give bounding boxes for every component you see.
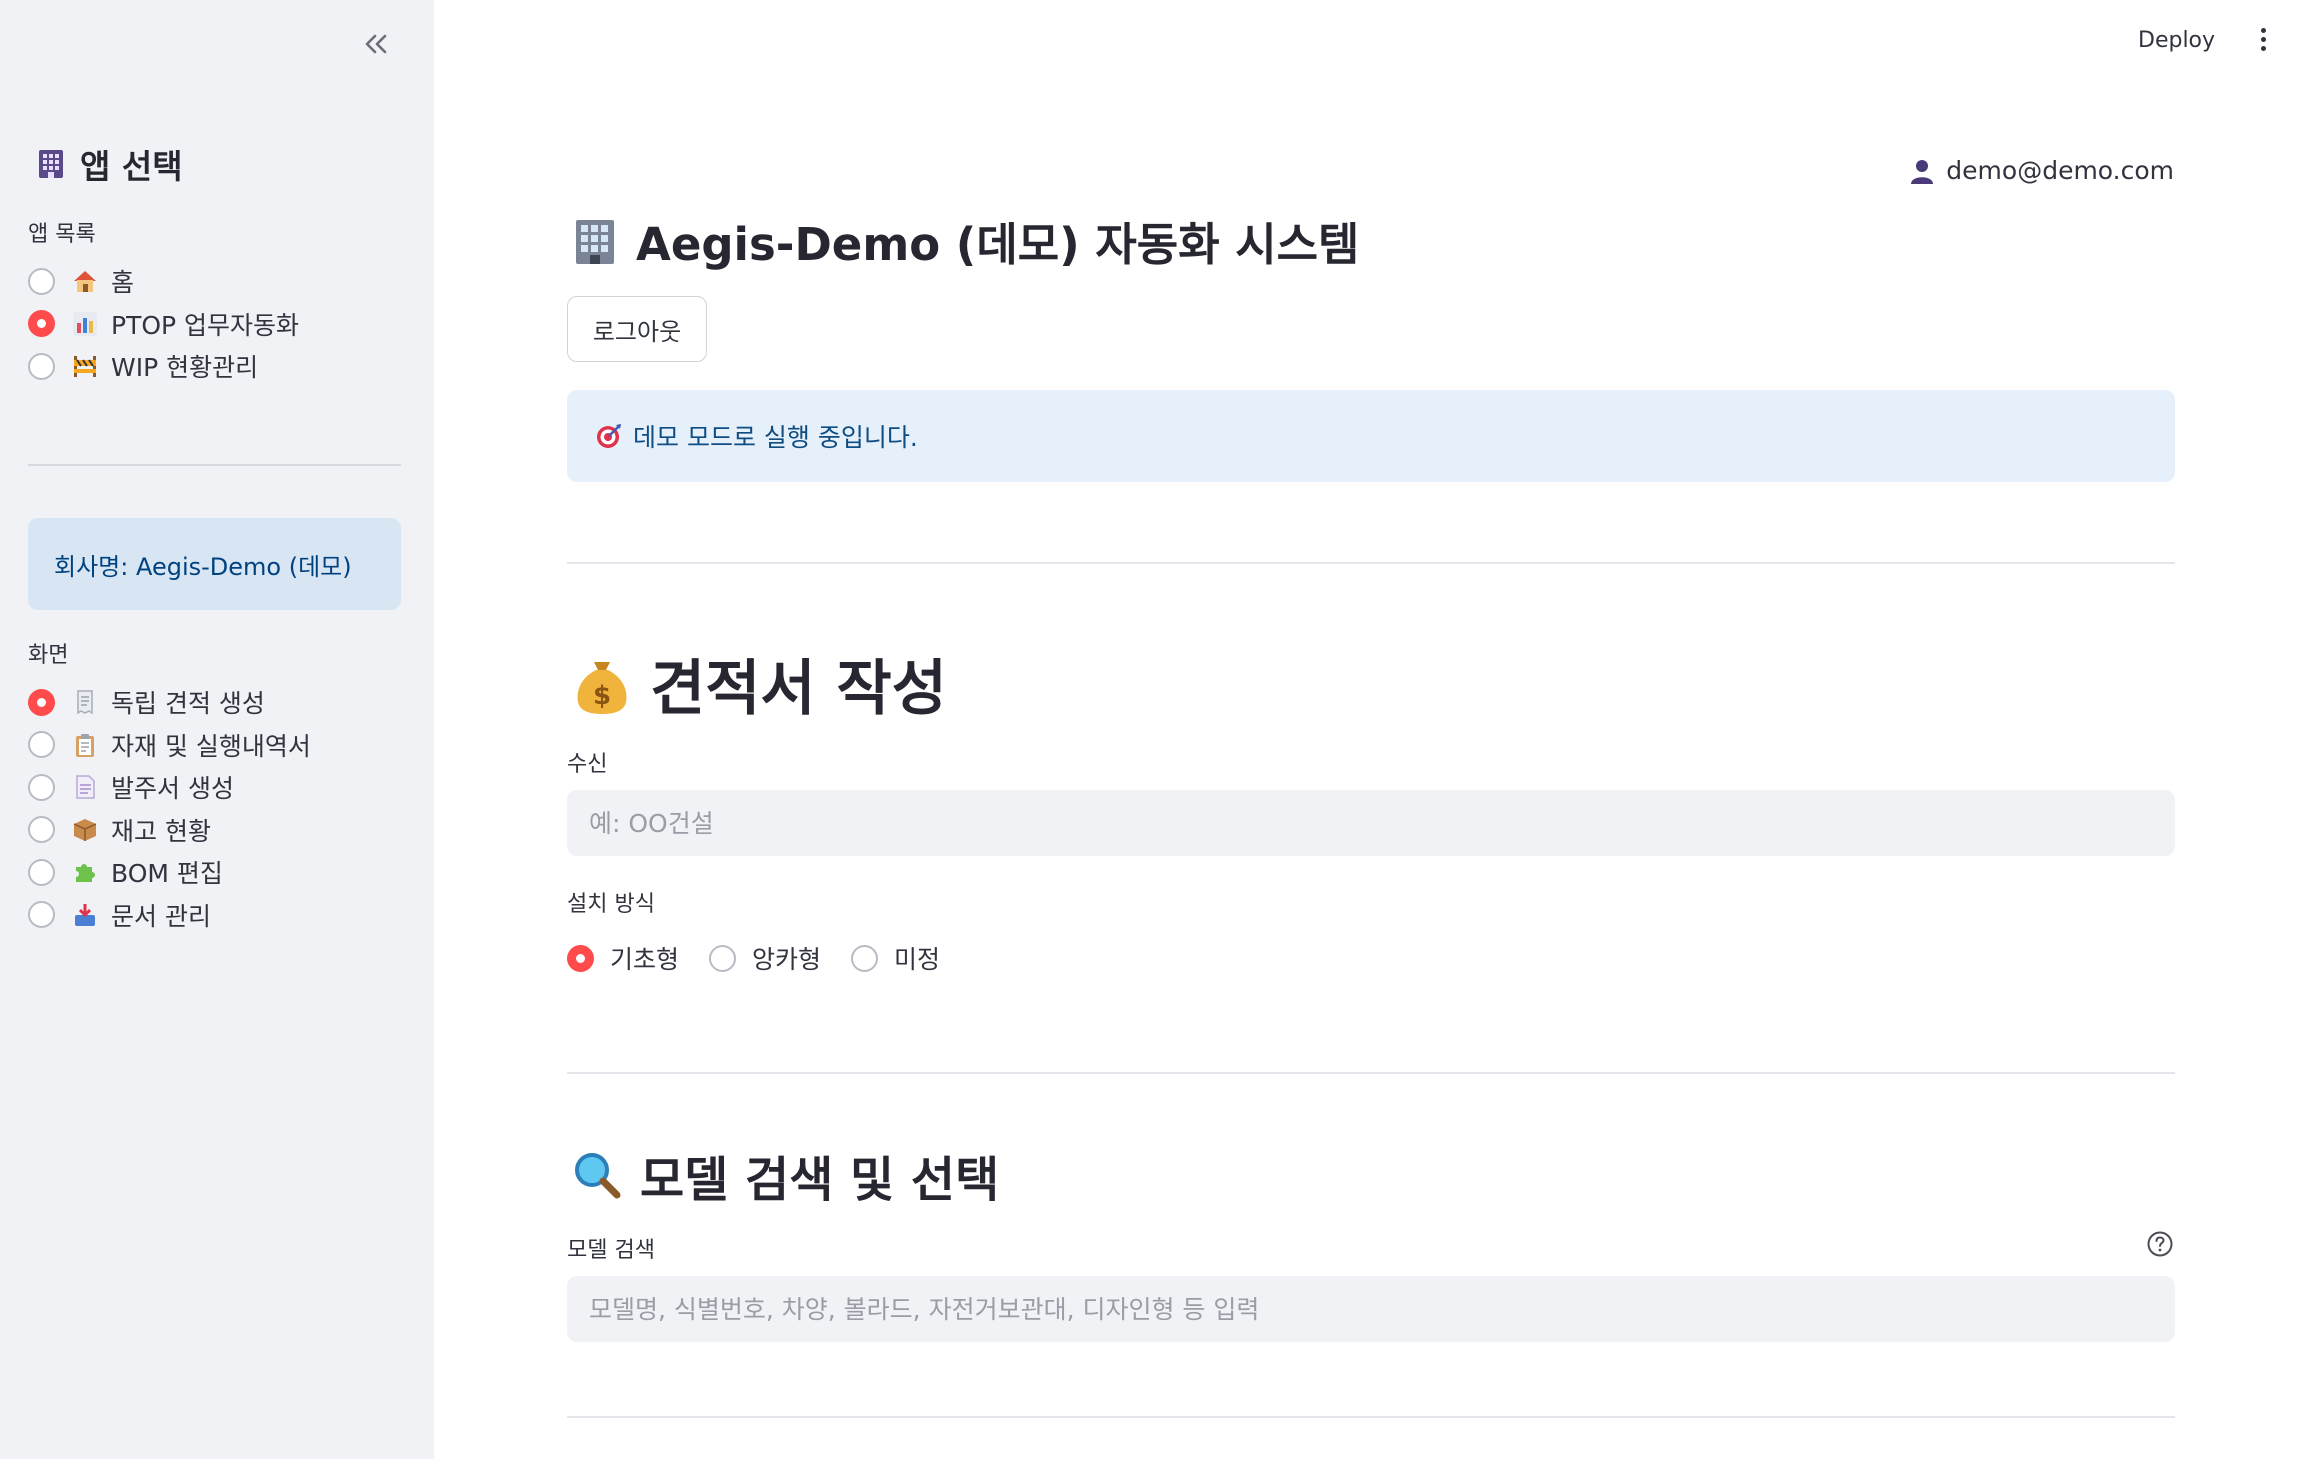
sidebar-title: 앱 선택 [36, 140, 183, 188]
radio-button[interactable] [28, 858, 55, 886]
install-option-undecided[interactable]: 미정 [851, 938, 940, 978]
document-icon [71, 773, 99, 801]
section-divider [567, 1072, 2175, 1074]
bar-chart-icon [71, 310, 99, 338]
screen-option-quote[interactable]: 독립 견적 생성 [28, 681, 311, 724]
info-alert: 데모 모드로 실행 중입니다. [567, 390, 2175, 482]
app-option-label: 홈 [111, 268, 135, 298]
construction-icon [71, 352, 99, 380]
clipboard-icon [71, 731, 99, 759]
radio-button-checked[interactable] [28, 310, 55, 338]
company-name: 회사명: Aegis-Demo (데모) [54, 552, 352, 581]
more-options-icon[interactable] [2256, 28, 2270, 58]
collapse-sidebar-button[interactable] [356, 24, 396, 64]
sidebar-divider [28, 464, 401, 466]
company-info-box: 회사명: Aegis-Demo (데모) [28, 518, 401, 610]
package-icon [71, 816, 99, 844]
screen-option-label: 발주서 생성 [111, 774, 234, 804]
install-option-label: 미정 [894, 945, 941, 974]
screen-option-label: 자재 및 실행내역서 [111, 731, 311, 761]
page-title-text: Aegis-Demo (데모) 자동화 시스템 [636, 218, 1360, 271]
screen-option-label: 문서 관리 [111, 901, 211, 931]
user-email: demo@demo.com [1946, 156, 2174, 185]
model-search-input[interactable] [567, 1276, 2175, 1342]
radio-button[interactable] [28, 901, 55, 929]
help-icon[interactable] [2146, 1230, 2174, 1258]
magnifying-glass-icon [575, 1153, 621, 1199]
app-radio-group: 홈 PTOP 업무자동화 WIP 현황관리 [28, 260, 299, 388]
page-title: Aegis-Demo (데모) 자동화 시스템 [570, 208, 1359, 273]
radio-button[interactable] [28, 352, 55, 380]
logout-button[interactable]: 로그아웃 [567, 296, 707, 362]
house-icon [71, 267, 99, 295]
screen-label: 화면 [28, 643, 69, 668]
section-divider [567, 1416, 2175, 1418]
install-method-label: 설치 방식 [567, 892, 655, 917]
office-building-icon [576, 219, 614, 264]
svg-text:$: $ [593, 681, 611, 711]
app-option-label: WIP 현황관리 [111, 353, 259, 383]
screen-option-label: BOM 편집 [111, 859, 223, 889]
double-chevron-left-icon [365, 34, 387, 54]
radio-button[interactable] [28, 773, 55, 801]
app-root: 앱 선택 앱 목록 홈 PTOP 업무자동화 WIP 현황관리 회사명: Aeg… [0, 0, 2303, 1459]
screen-option-bom[interactable]: BOM 편집 [28, 851, 311, 894]
sidebar: 앱 선택 앱 목록 홈 PTOP 업무자동화 WIP 현황관리 회사명: Aeg… [0, 0, 434, 1459]
screen-option-materials[interactable]: 자재 및 실행내역서 [28, 724, 311, 767]
radio-button-checked[interactable] [28, 688, 55, 716]
install-option-label: 기초형 [610, 945, 680, 974]
section-divider [567, 562, 2175, 564]
inbox-tray-icon [71, 901, 99, 929]
app-list-label: 앱 목록 [28, 222, 96, 247]
quote-section-title: $ 견적서 작성 [572, 640, 947, 727]
recipient-label: 수신 [567, 752, 608, 777]
radio-button[interactable] [28, 267, 55, 295]
app-option-home[interactable]: 홈 [28, 260, 299, 303]
radio-button-checked[interactable] [567, 944, 594, 972]
install-method-radio-group: 기초형 앙카형 미정 [567, 938, 940, 978]
install-option-anchor[interactable]: 앙카형 [709, 938, 821, 978]
app-option-ptop[interactable]: PTOP 업무자동화 [28, 303, 299, 346]
install-option-label: 앙카형 [752, 945, 822, 974]
money-bag-icon: $ [577, 661, 627, 714]
recipient-input[interactable] [567, 790, 2175, 856]
screen-option-label: 독립 견적 생성 [111, 689, 265, 719]
puzzle-icon [71, 858, 99, 886]
deploy-button[interactable]: Deploy [2138, 28, 2215, 53]
radio-button[interactable] [28, 731, 55, 759]
user-info: demo@demo.com [1910, 156, 2174, 185]
receipt-icon [71, 688, 99, 716]
model-section-title: 모델 검색 및 선택 [572, 1140, 999, 1210]
user-icon [1911, 159, 1934, 184]
model-section-title-text: 모델 검색 및 선택 [640, 1152, 1000, 1208]
quote-section-title-text: 견적서 작성 [650, 654, 947, 724]
screen-option-inventory[interactable]: 재고 현황 [28, 809, 311, 852]
radio-button[interactable] [851, 944, 879, 972]
screen-option-purchase-order[interactable]: 발주서 생성 [28, 766, 311, 809]
model-search-label: 모델 검색 [567, 1238, 655, 1263]
app-option-label: PTOP 업무자동화 [111, 310, 300, 340]
building-icon [39, 150, 63, 178]
app-option-wip[interactable]: WIP 현황관리 [28, 345, 299, 388]
sidebar-title-text: 앱 선택 [80, 147, 183, 186]
target-icon [597, 424, 621, 448]
radio-button[interactable] [28, 816, 55, 844]
screen-option-label: 재고 현황 [111, 816, 211, 846]
radio-button[interactable] [709, 944, 737, 972]
screen-option-documents[interactable]: 문서 관리 [28, 894, 311, 937]
info-text: 데모 모드로 실행 중입니다. [633, 423, 918, 452]
screen-radio-group: 독립 견적 생성 자재 및 실행내역서 발주서 생성 재고 현황 BOM 편집 … [28, 681, 311, 936]
install-option-foundation[interactable]: 기초형 [567, 938, 679, 978]
